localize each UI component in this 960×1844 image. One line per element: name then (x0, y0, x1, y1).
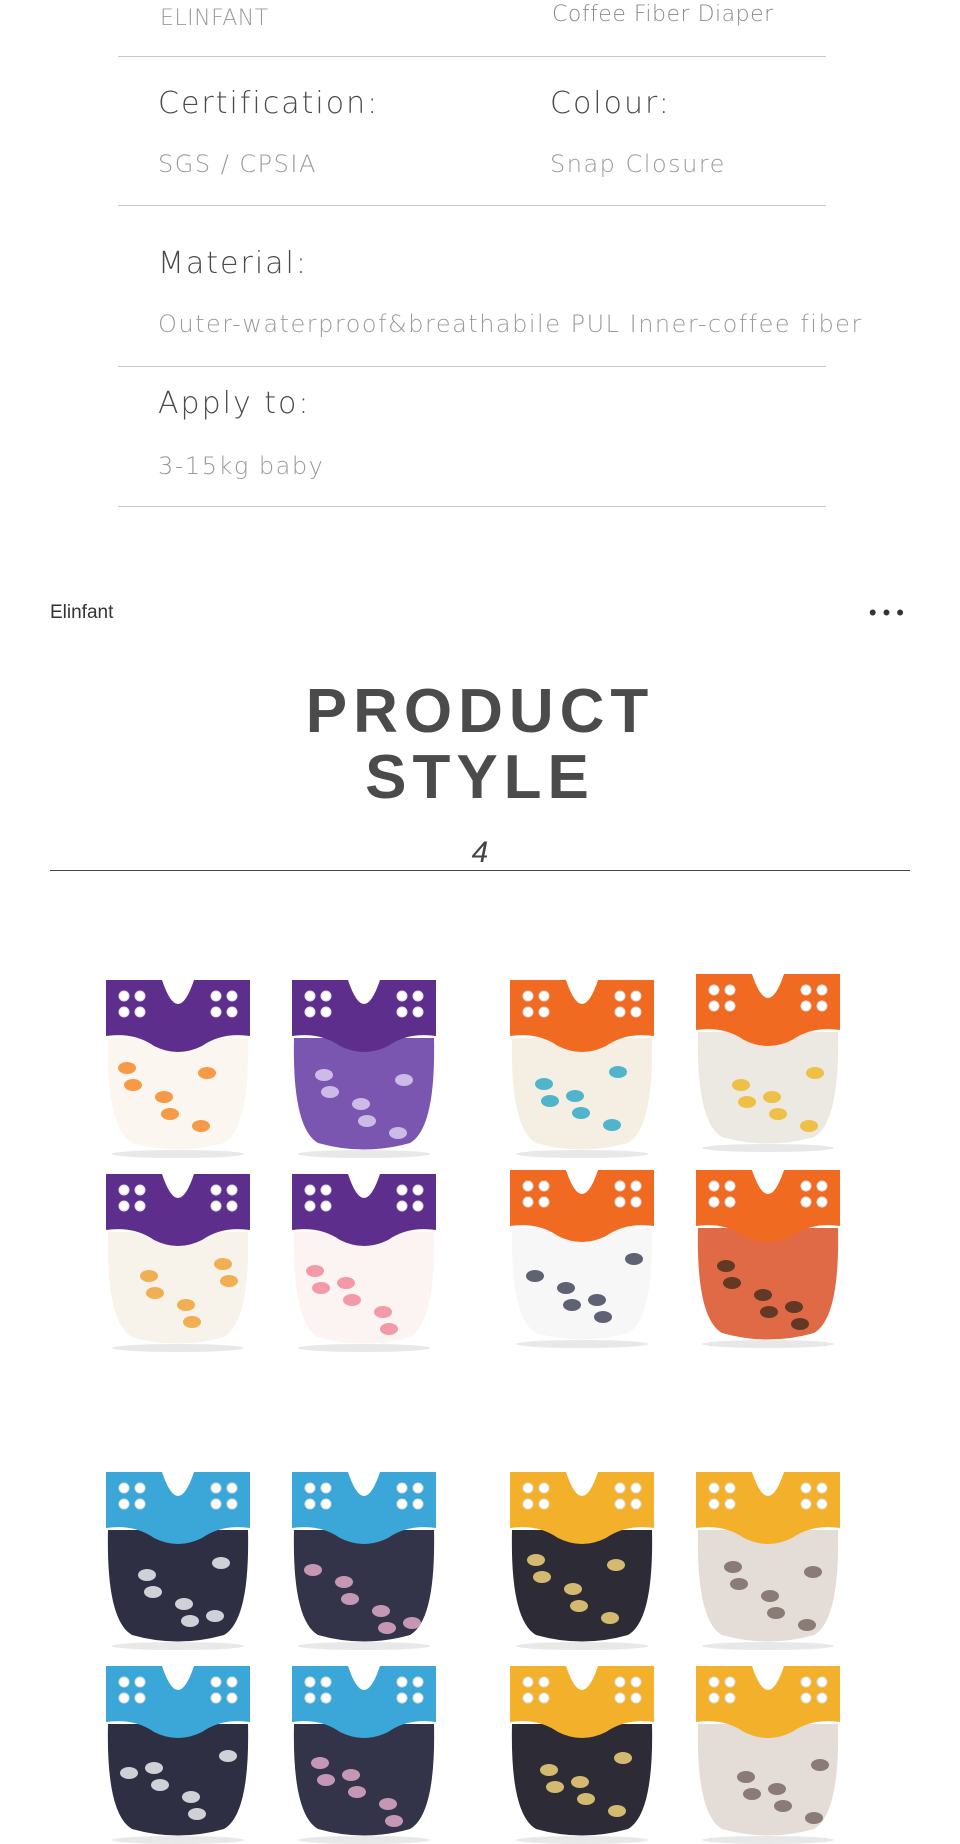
apply-label: Apply to: (158, 386, 311, 421)
diaper-image (288, 1470, 440, 1650)
colour-label: Colour: (550, 86, 671, 121)
diaper-image (506, 1470, 658, 1650)
apply-value: 3-15kg baby (158, 452, 325, 480)
diaper-image (288, 978, 440, 1158)
more-dots-icon[interactable]: ••• (869, 600, 910, 626)
spec-divider (118, 56, 826, 57)
section-divider (50, 870, 910, 871)
spec-divider (118, 366, 826, 367)
diaper-image (506, 978, 658, 1158)
diaper-image (288, 1664, 440, 1844)
diaper-image (506, 1664, 658, 1844)
diaper-image (692, 1470, 844, 1650)
diaper-image (506, 1168, 658, 1348)
certification-label: Certification: (158, 86, 380, 121)
diaper-image (692, 1168, 844, 1348)
diaper-image (102, 1470, 254, 1650)
material-value: Outer-waterproof&breathabile PUL Inner-c… (158, 310, 863, 338)
material-label: Material: (158, 246, 308, 281)
section-title-line1: PRODUCT (305, 677, 655, 746)
diaper-image (692, 1664, 844, 1844)
diaper-image (692, 972, 844, 1152)
diaper-image (288, 1172, 440, 1352)
store-brand: Elinfant (50, 602, 114, 623)
colour-value: Snap Closure (550, 150, 726, 178)
section-title-line2: STYLE (365, 743, 595, 812)
diaper-image (102, 1664, 254, 1844)
certification-value: SGS / CPSIA (158, 150, 317, 178)
spec-divider (118, 205, 826, 206)
diaper-image (102, 978, 254, 1158)
spec-divider (118, 506, 826, 507)
brand-value: ELINFANT (160, 6, 269, 31)
section-number: 4 (471, 836, 489, 869)
product-value: Coffee Fiber Diaper (552, 2, 774, 27)
diaper-image (102, 1172, 254, 1352)
